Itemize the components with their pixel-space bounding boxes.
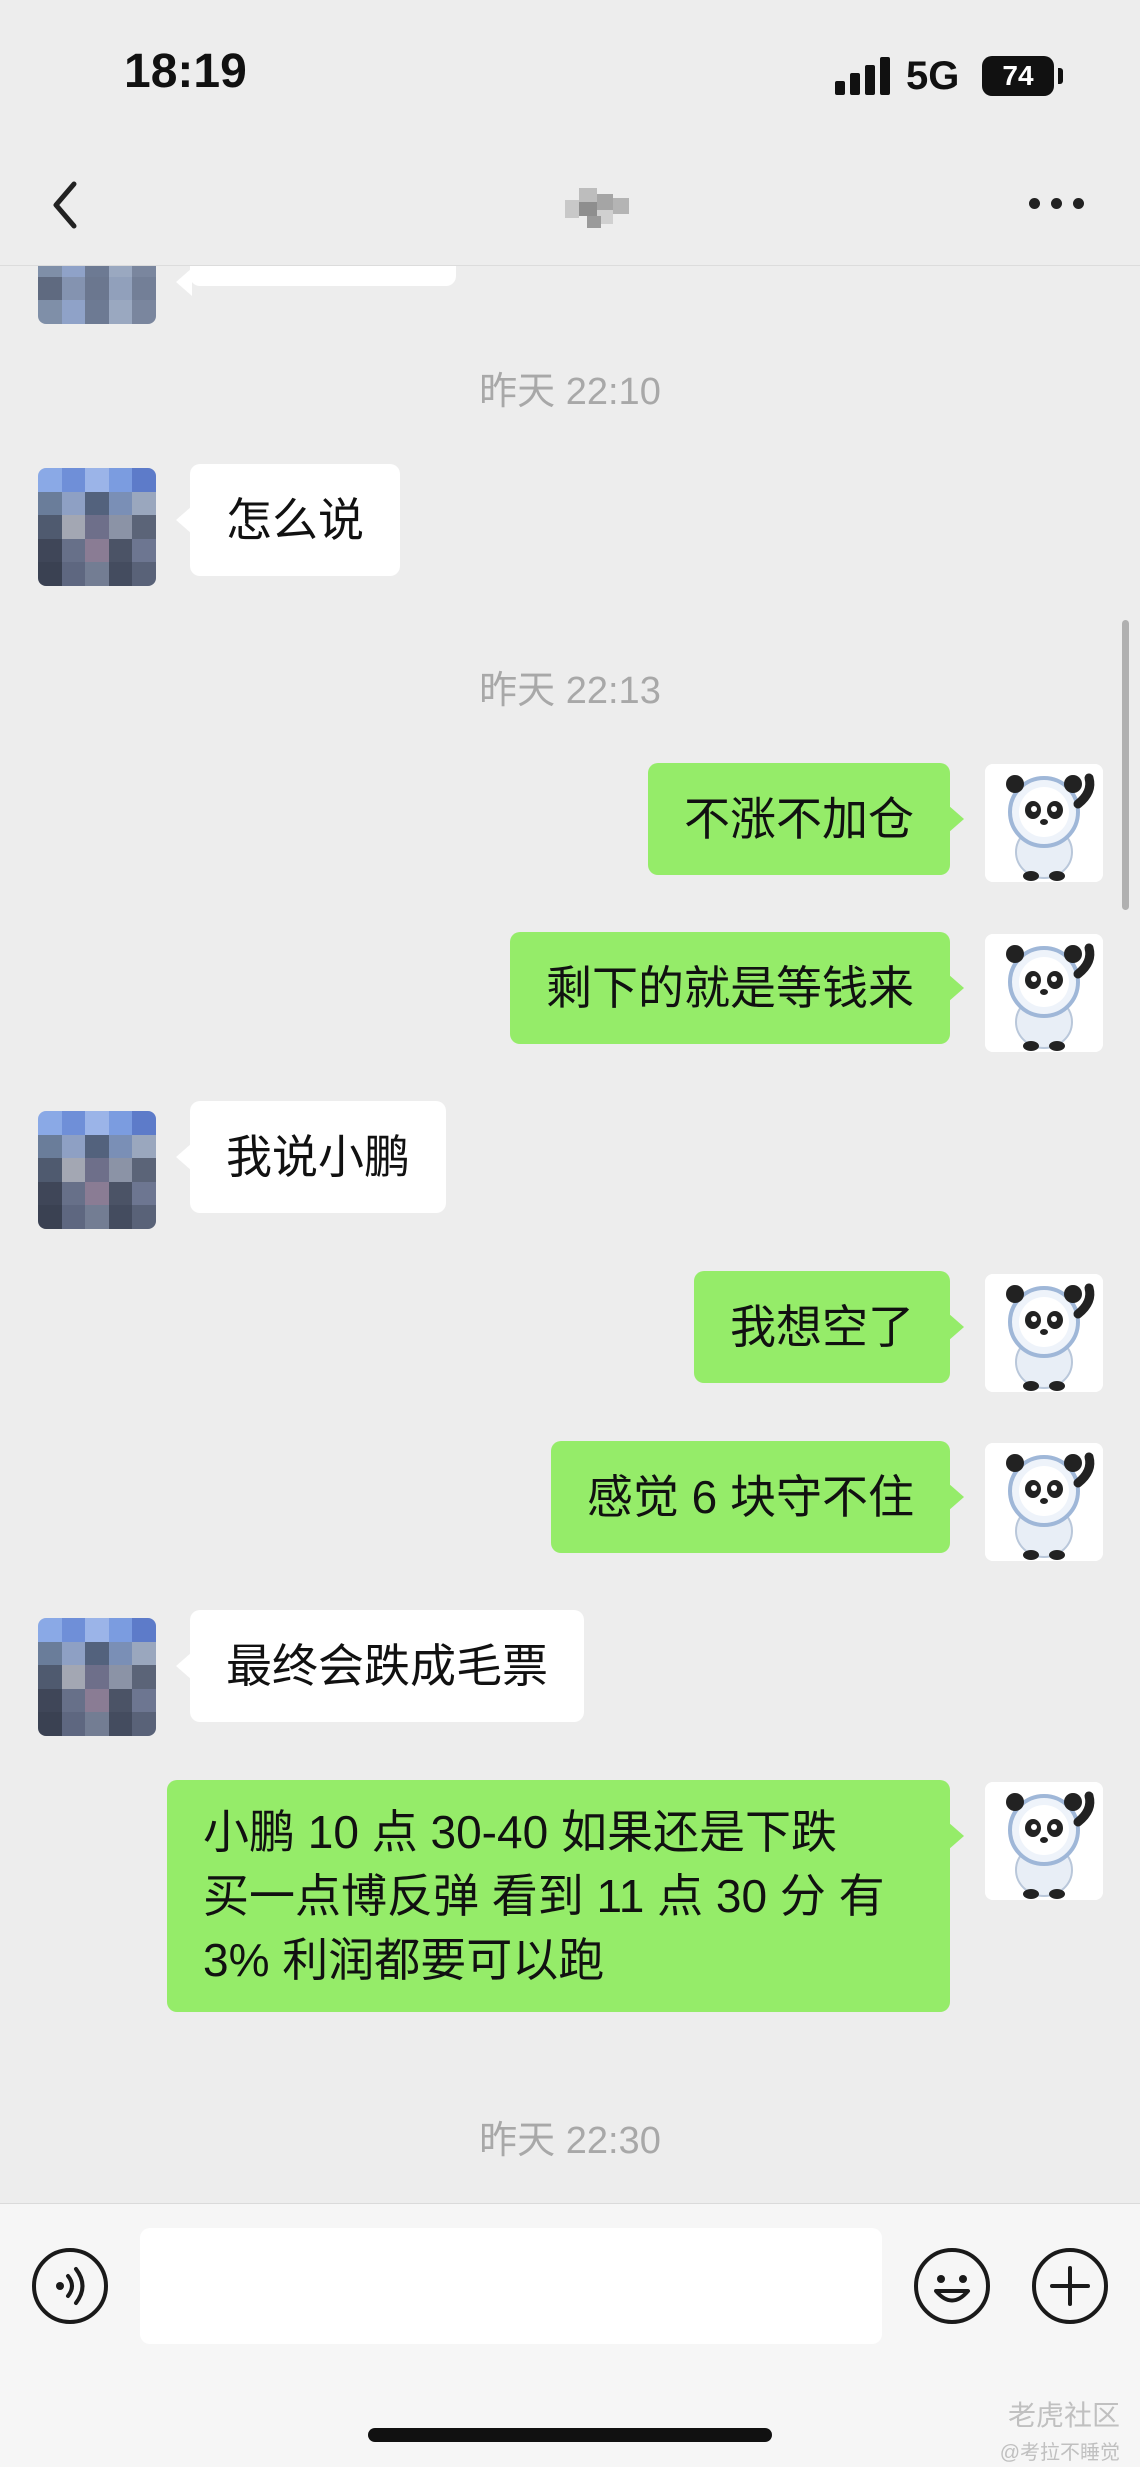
message-text: 剩下的就是等钱来 — [546, 962, 914, 1014]
outgoing-message-bubble[interactable]: 不涨不加仓 — [648, 763, 964, 875]
message-text: 我想空了 — [730, 1301, 914, 1353]
watermark-sub: @考拉不睡觉 — [999, 2442, 1120, 2464]
network-type: 5G — [906, 54, 960, 98]
message-text-line: 3% 利润都要可以跑 — [203, 1934, 605, 1986]
emoji-icon[interactable] — [912, 2246, 992, 2326]
status-time: 18:19 — [124, 45, 247, 98]
input-bar: 老虎社区 @考拉不睡觉 — [0, 2203, 1140, 2467]
contact-avatar[interactable] — [38, 1111, 156, 1229]
message-text: 不涨不加仓 — [684, 793, 914, 845]
signal-bars-icon — [835, 57, 893, 95]
user-avatar-panda[interactable] — [985, 1443, 1103, 1561]
scrollbar[interactable] — [1122, 620, 1129, 910]
outgoing-message-bubble[interactable]: 小鹏 10 点 30-40 如果还是下跌 买一点博反弹 看到 11 点 30 分… — [167, 1780, 964, 2012]
message-timestamp: 昨天 22:13 — [479, 670, 661, 712]
message-text: 最终会跌成毛票 — [226, 1640, 548, 1692]
contact-avatar[interactable] — [38, 468, 156, 586]
user-avatar-panda[interactable] — [985, 764, 1103, 882]
outgoing-message-bubble[interactable]: 我想空了 — [694, 1271, 964, 1383]
incoming-message-bubble[interactable]: 怎么说 — [176, 464, 400, 576]
home-indicator[interactable] — [368, 2428, 772, 2442]
user-avatar-panda[interactable] — [985, 1782, 1103, 1900]
chat-area[interactable]: 昨天 22:10 怎么说 昨天 22:13 不涨不加仓 剩下的就是等钱来 我说小… — [0, 266, 1140, 2203]
status-bar: 18:19 5G 74 — [0, 0, 1140, 150]
message-text: 感觉 6 块守不住 — [586, 1471, 914, 1523]
message-text: 怎么说 — [226, 494, 364, 546]
battery-icon: 74 — [982, 56, 1054, 96]
nav-bar — [0, 150, 1140, 266]
watermark: 老虎社区 @考拉不睡觉 — [1000, 2394, 1120, 2465]
user-avatar-panda[interactable] — [985, 934, 1103, 1052]
plus-icon[interactable] — [1030, 2246, 1110, 2326]
contact-avatar[interactable] — [38, 1618, 156, 1736]
user-avatar-panda[interactable] — [985, 1274, 1103, 1392]
incoming-bubble-partial[interactable] — [176, 266, 456, 296]
incoming-message-bubble[interactable]: 最终会跌成毛票 — [176, 1610, 584, 1722]
message-text-line: 买一点博反弹 看到 11 点 30 分 有 — [203, 1870, 885, 1922]
contact-avatar[interactable] — [38, 266, 156, 324]
voice-icon[interactable] — [30, 2246, 110, 2326]
battery-tip — [1058, 68, 1063, 84]
message-input[interactable] — [140, 2228, 882, 2344]
chevron-left-icon[interactable] — [40, 170, 100, 240]
message-timestamp: 昨天 22:30 — [479, 2120, 661, 2162]
ellipsis-icon[interactable] — [1024, 178, 1090, 228]
message-text: 我说小鹏 — [226, 1131, 410, 1183]
watermark-main: 老虎社区 — [1007, 2400, 1120, 2431]
outgoing-message-bubble[interactable]: 剩下的就是等钱来 — [510, 932, 964, 1044]
incoming-message-bubble[interactable]: 我说小鹏 — [176, 1101, 446, 1213]
outgoing-message-bubble[interactable]: 感觉 6 块守不住 — [550, 1441, 965, 1553]
chat-title-redacted — [565, 188, 641, 228]
message-text-line: 小鹏 10 点 30-40 如果还是下跌 — [203, 1806, 837, 1858]
message-timestamp: 昨天 22:10 — [479, 371, 661, 413]
